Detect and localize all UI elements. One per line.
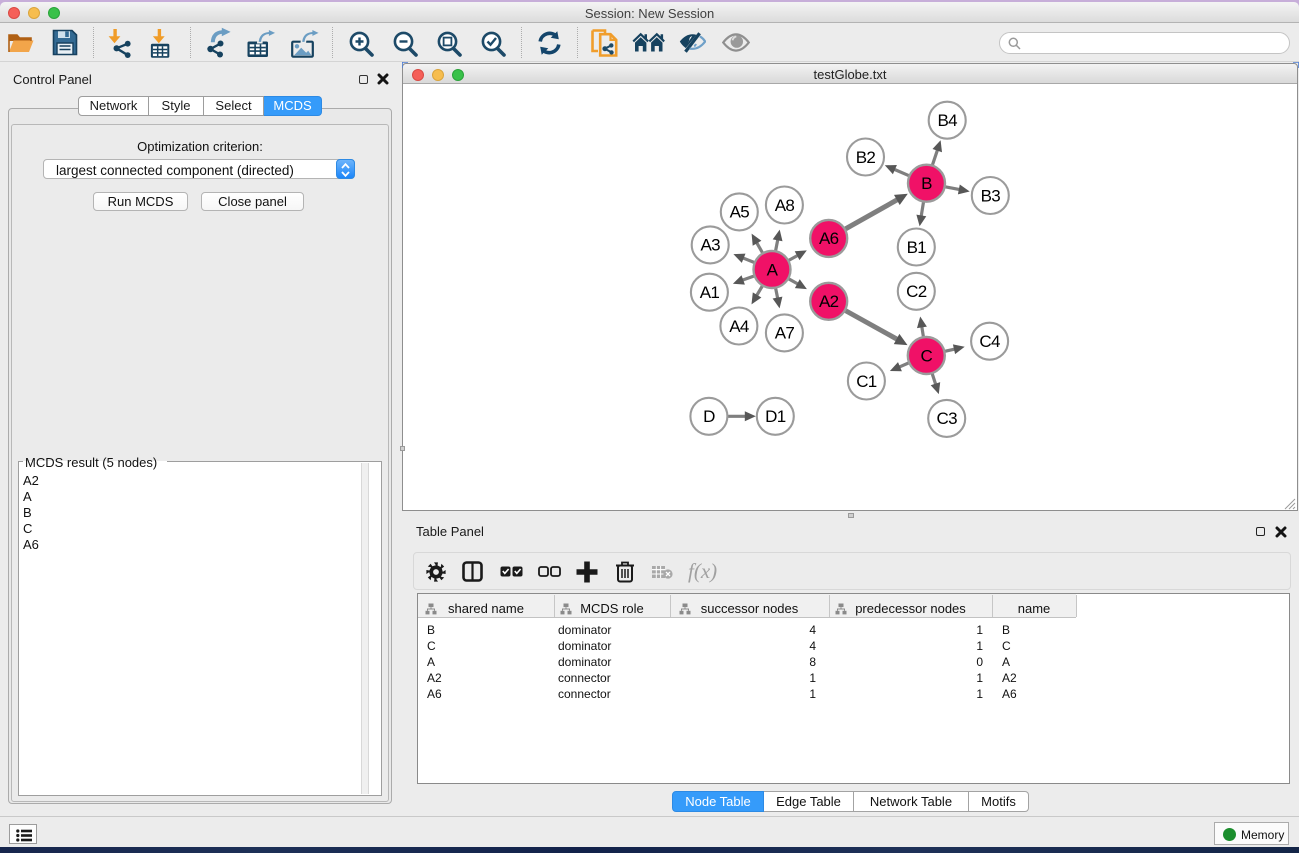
svg-text:C2: C2: [906, 282, 927, 301]
svg-text:C1: C1: [856, 372, 877, 391]
svg-text:A6: A6: [819, 229, 839, 248]
svg-text:A2: A2: [819, 292, 839, 311]
svg-text:A7: A7: [775, 324, 795, 343]
svg-text:A8: A8: [775, 196, 795, 215]
svg-text:A3: A3: [700, 236, 720, 255]
svg-text:B3: B3: [981, 186, 1001, 205]
svg-text:D: D: [703, 407, 715, 426]
svg-text:A: A: [767, 260, 779, 279]
svg-text:B: B: [921, 174, 932, 193]
svg-text:C: C: [921, 346, 933, 365]
svg-text:B1: B1: [907, 238, 927, 257]
svg-text:B2: B2: [856, 148, 876, 167]
svg-text:A4: A4: [729, 317, 749, 336]
svg-text:D1: D1: [765, 407, 786, 426]
svg-text:A5: A5: [730, 203, 750, 222]
svg-text:A1: A1: [700, 283, 720, 302]
svg-text:C4: C4: [979, 332, 1000, 351]
svg-text:B4: B4: [937, 111, 957, 130]
svg-text:C3: C3: [937, 409, 958, 428]
